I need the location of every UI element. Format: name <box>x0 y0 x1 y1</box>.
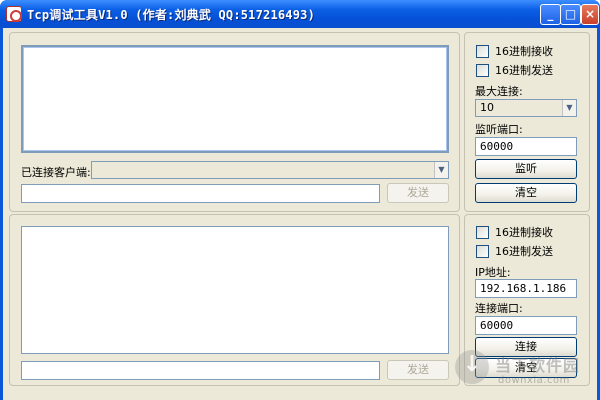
connect-port-input[interactable]: 60000 <box>475 316 577 335</box>
download-icon <box>455 350 489 384</box>
window-client-area: 已连接客户端: ▼ 发送 16进制接收 16进制发送 最大连接: 10 ▼ 监听… <box>3 28 597 400</box>
connect-port-label: 连接端口: <box>475 302 523 315</box>
minimize-button[interactable]: _ <box>540 4 561 25</box>
server-hex-receive-label: 16进制接收 <box>495 45 553 58</box>
server-send-button[interactable]: 发送 <box>387 183 449 203</box>
title-bar[interactable]: Tcp调试工具V1.0 (作者:刘典武 QQ:517216493) _ □ × <box>0 0 600 28</box>
server-hex-send-checkbox[interactable]: 16进制发送 <box>476 64 553 78</box>
client-send-input[interactable] <box>21 361 380 380</box>
watermark-url: downxia.com <box>498 375 570 386</box>
watermark: 当下软件园 downxia.com <box>455 348 595 396</box>
max-connections-label: 最大连接: <box>475 85 523 98</box>
client-hex-receive-label: 16进制接收 <box>495 226 553 239</box>
window-title: Tcp调试工具V1.0 (作者:刘典武 QQ:517216493) <box>27 8 315 22</box>
server-hex-send-label: 16进制发送 <box>495 64 553 77</box>
ip-address-input[interactable]: 192.168.1.186 <box>475 279 577 298</box>
checkbox-box[interactable] <box>476 226 489 239</box>
client-hex-send-checkbox[interactable]: 16进制发送 <box>476 245 553 259</box>
checkbox-box[interactable] <box>476 45 489 58</box>
client-send-button[interactable]: 发送 <box>387 360 449 380</box>
listen-port-input[interactable]: 60000 <box>475 137 577 156</box>
app-icon <box>6 6 22 22</box>
client-panel: 发送 <box>9 214 460 386</box>
server-settings-panel: 16进制接收 16进制发送 最大连接: 10 ▼ 监听端口: 60000 监听 … <box>464 32 590 212</box>
server-clear-button[interactable]: 清空 <box>475 183 577 203</box>
client-hex-send-label: 16进制发送 <box>495 245 553 258</box>
server-hex-receive-checkbox[interactable]: 16进制接收 <box>476 45 553 59</box>
server-panel: 已连接客户端: ▼ 发送 <box>9 32 460 212</box>
listen-button[interactable]: 监听 <box>475 159 577 179</box>
ip-address-label: IP地址: <box>475 266 511 279</box>
server-receive-textarea[interactable] <box>21 45 449 153</box>
close-button[interactable]: × <box>581 4 599 25</box>
connected-clients-label: 已连接客户端: <box>21 166 91 179</box>
max-connections-combo[interactable]: 10 ▼ <box>475 99 577 117</box>
chevron-down-icon[interactable]: ▼ <box>562 100 576 116</box>
checkbox-box[interactable] <box>476 64 489 77</box>
client-receive-textarea[interactable] <box>21 226 449 354</box>
app-window: Tcp调试工具V1.0 (作者:刘典武 QQ:517216493) _ □ × … <box>0 0 600 400</box>
listen-port-label: 监听端口: <box>475 123 523 136</box>
chevron-down-icon[interactable]: ▼ <box>434 162 448 178</box>
connected-clients-combo[interactable]: ▼ <box>91 161 449 179</box>
checkbox-box[interactable] <box>476 245 489 258</box>
server-send-input[interactable] <box>21 184 380 203</box>
client-hex-receive-checkbox[interactable]: 16进制接收 <box>476 226 553 240</box>
watermark-name: 当下软件园 <box>495 356 581 375</box>
max-connections-value: 10 <box>480 101 494 114</box>
maximize-button[interactable]: □ <box>560 4 581 25</box>
